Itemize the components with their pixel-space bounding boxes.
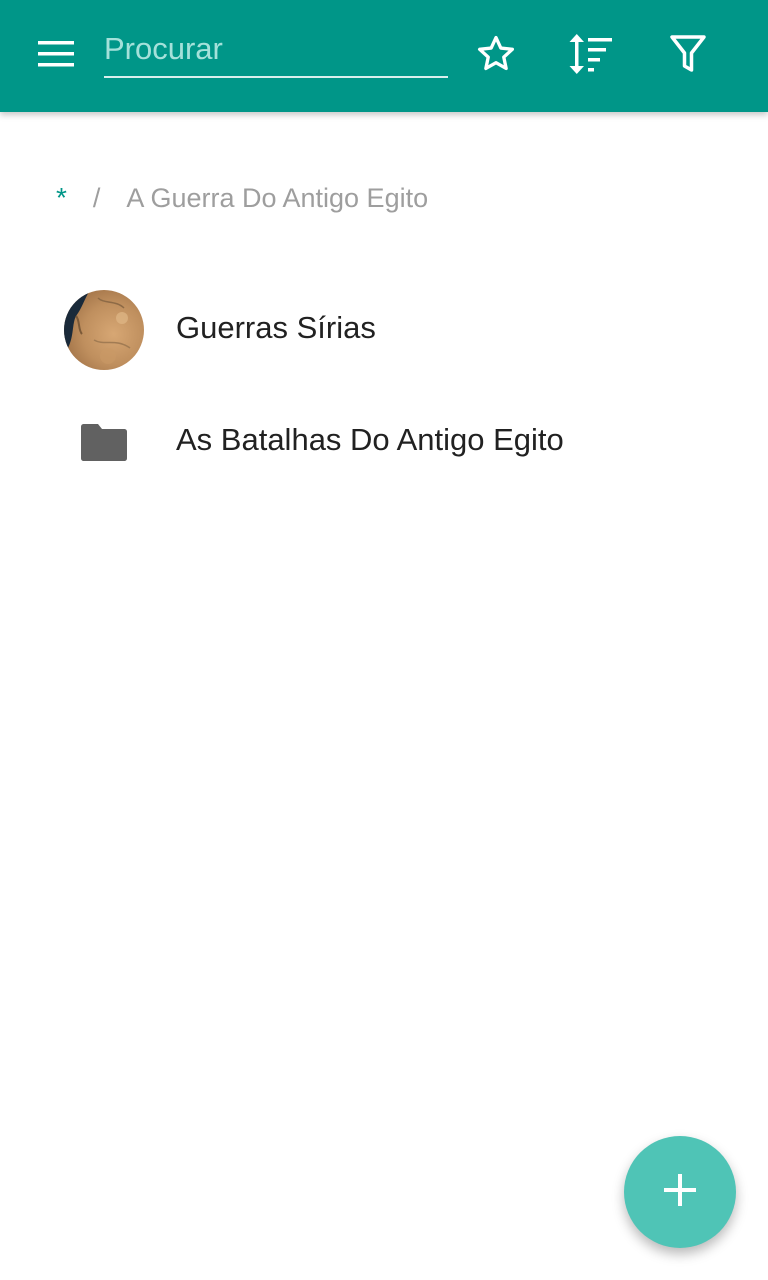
sort-icon: [568, 33, 614, 79]
sort-button[interactable]: [563, 28, 619, 84]
add-icon: [662, 1172, 698, 1213]
list-item[interactable]: As Batalhas Do Antigo Egito: [0, 386, 768, 498]
breadcrumb-root-link[interactable]: *: [56, 182, 67, 214]
favorites-button[interactable]: [468, 28, 524, 84]
search-input[interactable]: [104, 22, 448, 78]
filter-button[interactable]: [660, 28, 716, 84]
breadcrumb-separator: /: [92, 182, 101, 213]
app-screen: * / A Guerra Do Antigo Egito: [0, 0, 768, 1280]
menu-button[interactable]: [20, 28, 92, 84]
top-toolbar: [0, 0, 768, 112]
breadcrumb: * / A Guerra Do Antigo Egito: [56, 178, 428, 218]
star-outline-icon: [475, 33, 517, 80]
filter-icon: [670, 34, 706, 78]
hamburger-menu-icon: [38, 40, 74, 72]
list-item-label: As Batalhas Do Antigo Egito: [176, 422, 564, 457]
search-box: [104, 22, 448, 82]
add-button[interactable]: [624, 1136, 736, 1248]
breadcrumb-current: A Guerra Do Antigo Egito: [126, 182, 429, 213]
list-item[interactable]: Guerras Sírias: [0, 274, 768, 386]
list-item-label: Guerras Sírias: [176, 310, 376, 345]
desert-map-avatar: [64, 290, 144, 370]
folder-icon: [80, 422, 128, 462]
